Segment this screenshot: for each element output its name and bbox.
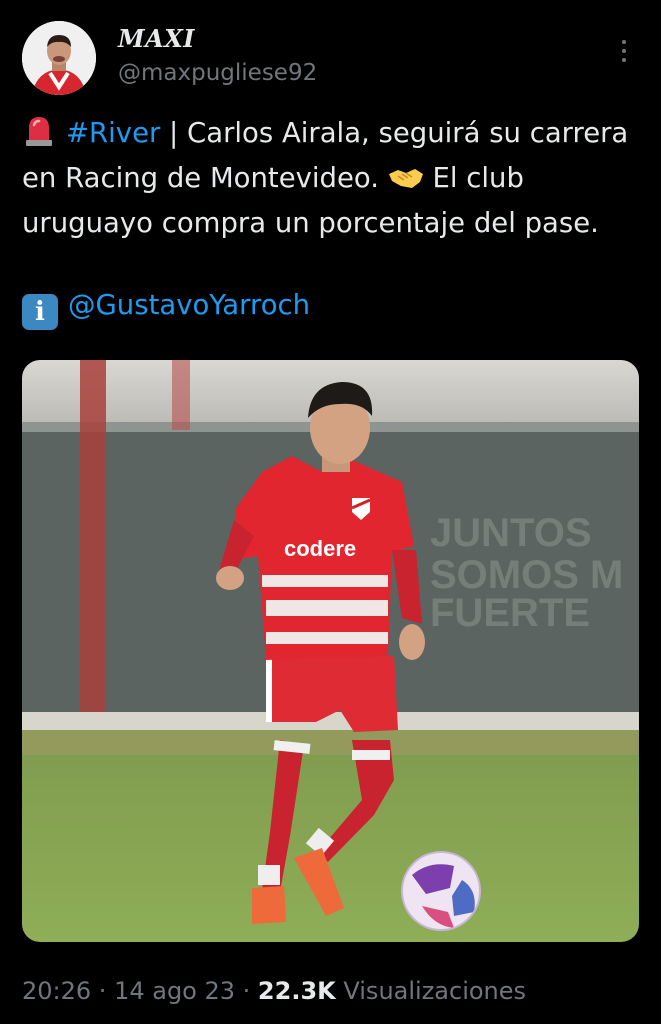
- views-count: 22.3K: [257, 977, 336, 1005]
- avatar[interactable]: [22, 21, 96, 95]
- tweet-media-image[interactable]: JUNTOS SOMOS M FUERTE codere: [22, 360, 639, 942]
- tweet: MAXI @maxpugliese92 #River | Carlos Aira…: [0, 0, 661, 1024]
- more-dot: [622, 49, 626, 53]
- shirt-sponsor: codere: [284, 536, 356, 561]
- mention-link[interactable]: @GustavoYarroch: [68, 289, 310, 321]
- banner-line-3: FUERTE: [430, 591, 590, 635]
- tweet-text: #River | Carlos Airala, seguirá su carre…: [22, 111, 642, 246]
- tweet-meta: 20:26 · 14 ago 23 · 22.3K Visualizacione…: [22, 977, 526, 1005]
- more-dot: [622, 58, 626, 62]
- player-photo: JUNTOS SOMOS M FUERTE codere: [22, 360, 639, 942]
- meta-dot: ·: [235, 977, 258, 1005]
- meta-dot: ·: [91, 977, 115, 1005]
- hashtag-link[interactable]: #River: [66, 117, 160, 149]
- information-emoji: i: [22, 294, 58, 330]
- separator: |: [160, 117, 188, 149]
- more-dot: [622, 40, 626, 44]
- tweet-date[interactable]: 14 ago 23: [114, 977, 235, 1005]
- handshake-emoji: [388, 169, 423, 188]
- more-options-icon[interactable]: [612, 36, 636, 68]
- views-label: Visualizaciones: [343, 977, 527, 1005]
- mention-line: i @GustavoYarroch: [22, 283, 310, 330]
- rotating-light-emoji: [26, 117, 52, 146]
- banner-line-1: JUNTOS: [430, 511, 592, 555]
- author-display-name[interactable]: MAXI: [118, 24, 195, 53]
- author-handle[interactable]: @maxpugliese92: [118, 60, 317, 86]
- tweet-time[interactable]: 20:26: [22, 977, 91, 1005]
- soccer-ball: [401, 851, 481, 931]
- avatar-image: [22, 21, 96, 95]
